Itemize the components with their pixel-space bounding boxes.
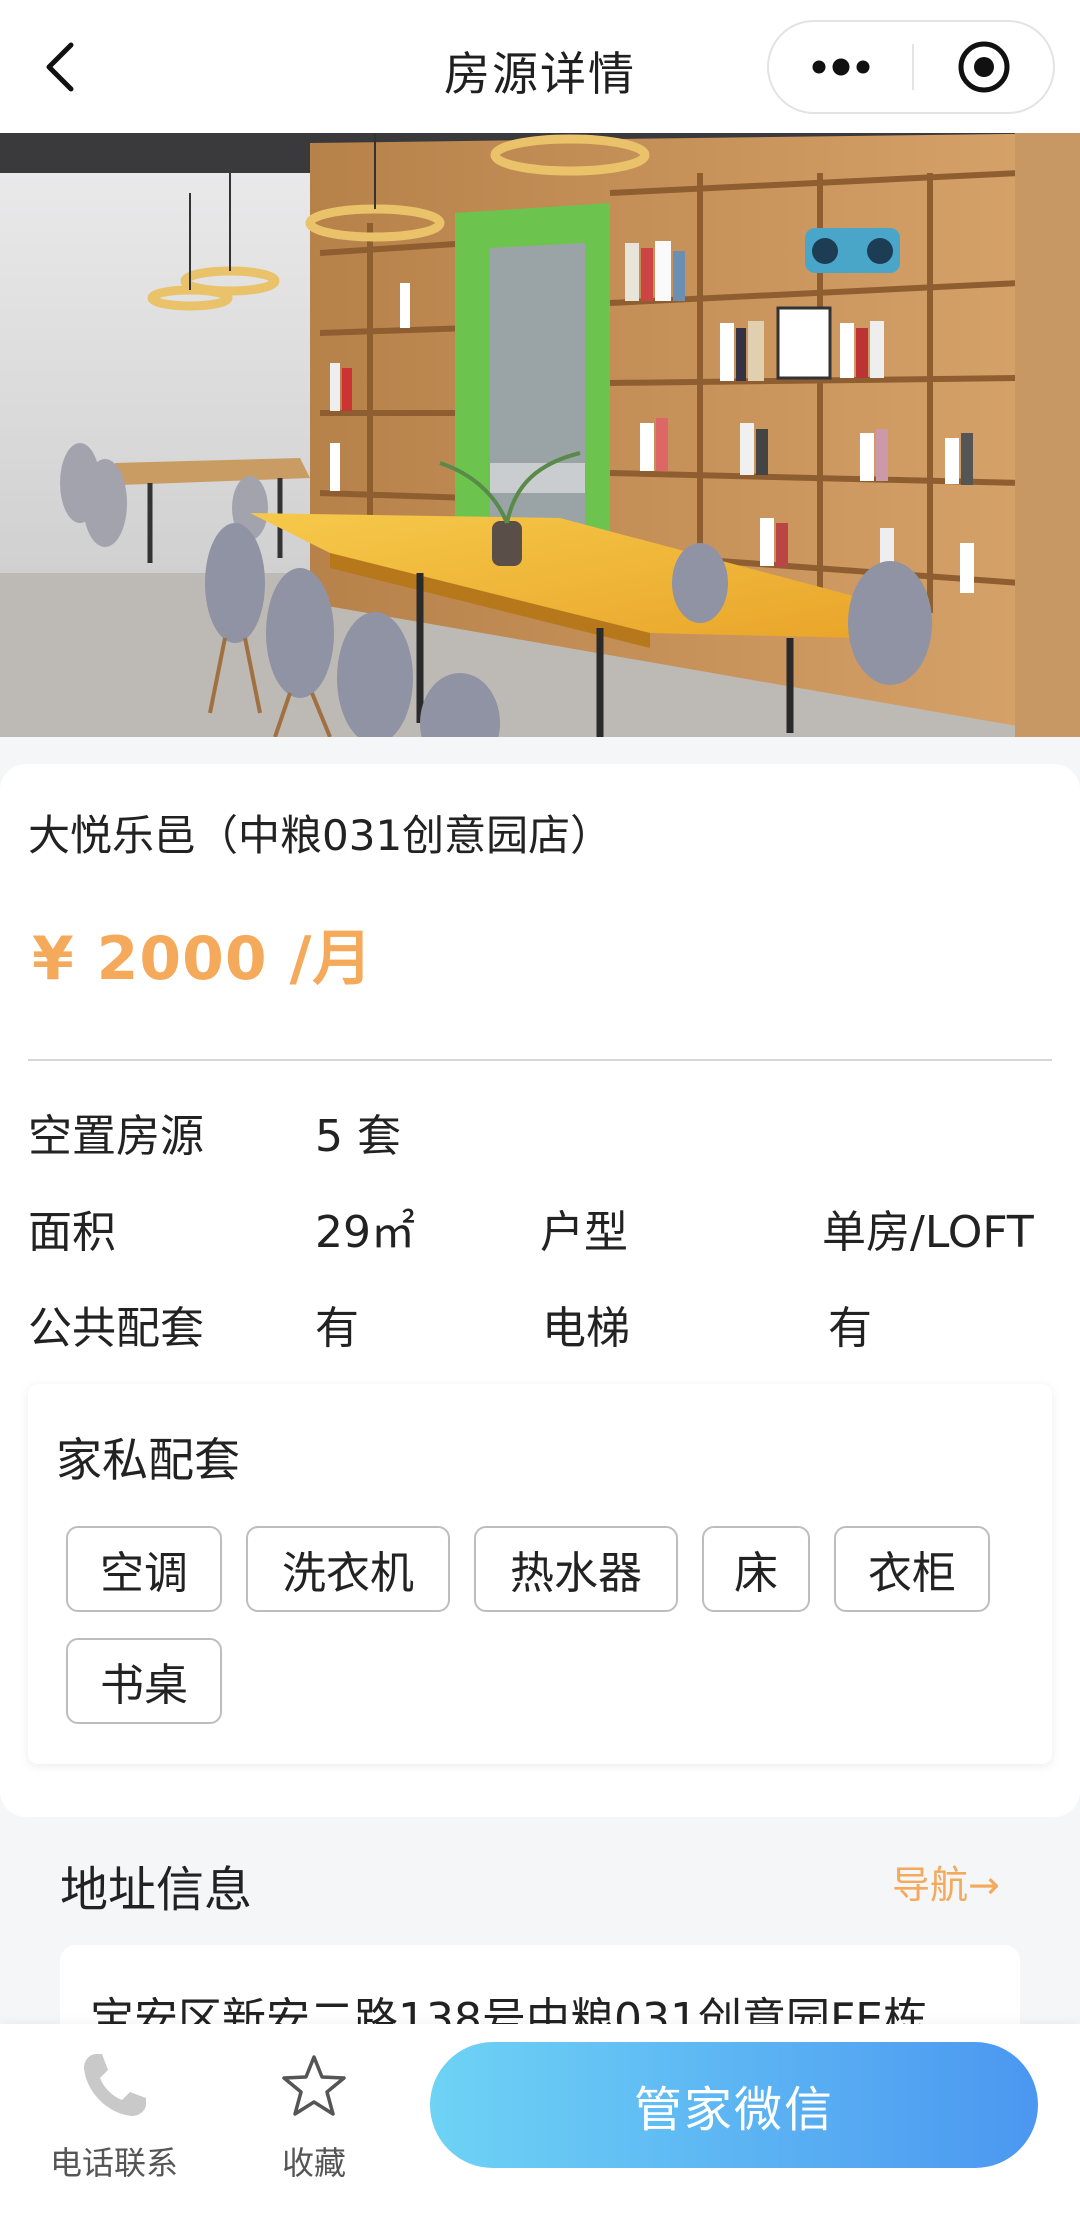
property-photo[interactable] — [0, 133, 1080, 737]
area-label: 面积 — [28, 1207, 116, 1258]
amenity-tag: 床 — [702, 1526, 810, 1612]
phone-contact-label: 电话联系 — [49, 2144, 178, 2182]
area-value: 29㎡ — [315, 1207, 415, 1258]
elevator-label: 电梯 — [542, 1303, 630, 1354]
close-button[interactable] — [914, 22, 1053, 112]
divider — [28, 1059, 1052, 1061]
amenity-tag: 衣柜 — [834, 1526, 990, 1612]
mini-program-capsule — [767, 20, 1055, 114]
public-facilities-value: 有 — [315, 1303, 359, 1354]
vacancy-value: 5 套 — [315, 1111, 401, 1162]
amenity-tag: 书桌 — [66, 1638, 222, 1724]
amenity-tag: 洗衣机 — [246, 1526, 450, 1612]
amenities-title: 家私配套 — [56, 1433, 240, 1487]
amenity-tag: 空调 — [66, 1526, 222, 1612]
favorite-label: 收藏 — [281, 2144, 346, 2182]
address-section-title: 地址信息 — [60, 1862, 253, 1918]
phone-contact-button[interactable]: 电话联系 — [14, 2040, 214, 2210]
page: 房源详情 大悦乐邑（中粮031创意园店） ¥ 2000 /月 空置房源 5 套 … — [0, 0, 1080, 2218]
butler-wechat-button[interactable]: 管家微信 — [430, 2042, 1038, 2168]
more-dots-icon — [812, 58, 869, 76]
favorite-button[interactable]: 收藏 — [214, 2040, 414, 2210]
layout-label: 户型 — [540, 1207, 628, 1258]
phone-icon — [76, 2040, 152, 2132]
target-close-icon — [958, 41, 1009, 93]
elevator-value: 有 — [828, 1303, 872, 1354]
furniture-amenities-section: 家私配套 空调 洗衣机 热水器 床 衣柜 书桌 — [28, 1384, 1052, 1764]
property-name: 大悦乐邑（中粮031创意园店） — [28, 811, 613, 860]
public-facilities-label: 公共配套 — [28, 1303, 204, 1354]
amenity-tag: 热水器 — [474, 1526, 678, 1612]
property-photo-illustration — [0, 133, 1080, 737]
navigation-bar: 房源详情 — [0, 0, 1080, 133]
star-outline-icon — [280, 2040, 348, 2132]
property-price: ¥ 2000 /月 — [32, 924, 374, 994]
layout-value: 单房/LOFT — [822, 1207, 1034, 1258]
property-info-card: 大悦乐邑（中粮031创意园店） ¥ 2000 /月 空置房源 5 套 面积 29… — [0, 764, 1080, 1817]
bottom-action-bar: 电话联系 收藏 管家微信 — [0, 2024, 1080, 2218]
navigate-link[interactable]: 导航→ — [892, 1854, 1000, 1909]
more-button[interactable] — [769, 22, 912, 112]
vacancy-label: 空置房源 — [28, 1111, 204, 1162]
